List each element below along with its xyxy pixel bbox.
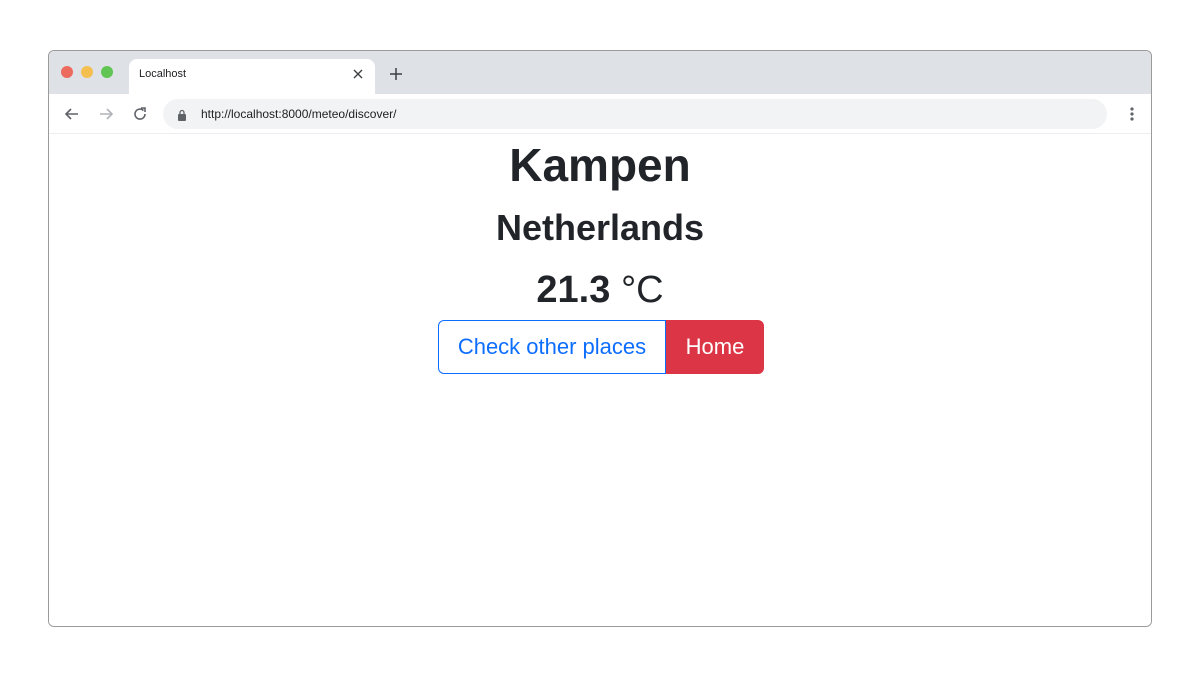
lock-icon — [177, 108, 187, 121]
temperature: 21.3 °C — [49, 267, 1151, 313]
temperature-value: 21.3 — [536, 269, 611, 311]
address-bar[interactable]: http://localhost:8000/meteo/discover/ — [163, 99, 1107, 129]
minimize-window-dot[interactable] — [81, 66, 93, 78]
action-button-group: Check other places Home — [438, 320, 764, 374]
page-content: Kampen Netherlands 21.3 °C Check other p… — [49, 134, 1151, 626]
reload-icon[interactable] — [131, 105, 149, 123]
temperature-unit: °C — [620, 269, 664, 311]
arrow-left-icon[interactable] — [63, 105, 81, 123]
city-heading: Kampen — [509, 139, 691, 191]
home-button[interactable]: Home — [666, 320, 764, 374]
check-other-places-button[interactable]: Check other places — [438, 320, 666, 374]
close-icon[interactable] — [351, 67, 365, 81]
browser-toolbar: http://localhost:8000/meteo/discover/ — [49, 94, 1151, 134]
active-tab[interactable]: Localhost — [129, 59, 375, 94]
browser-window: Localhost http://localhost:8000/meteo/di… — [48, 50, 1152, 627]
maximize-window-dot[interactable] — [101, 66, 113, 78]
tab-strip: Localhost — [49, 51, 1151, 94]
country-heading: Netherlands — [495, 207, 705, 248]
plus-icon[interactable] — [389, 67, 403, 81]
arrow-right-icon[interactable] — [97, 105, 115, 123]
tab-title: Localhost — [139, 68, 187, 80]
url-text[interactable]: http://localhost:8000/meteo/discover/ — [201, 107, 396, 121]
close-window-dot[interactable] — [61, 66, 73, 78]
more-vert-icon[interactable] — [1129, 106, 1135, 122]
